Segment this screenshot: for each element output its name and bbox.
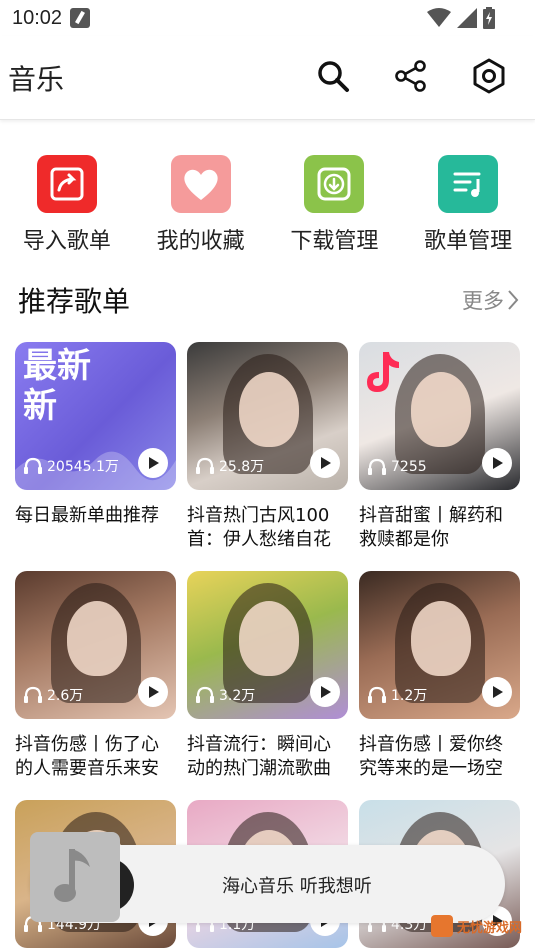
playlist-title: 抖音甜蜜丨解药和救赎都是你 xyxy=(359,505,503,550)
settings-icon[interactable] xyxy=(469,56,509,96)
playlist-card[interactable]: 3.2万 抖音流行：瞬间心动的热门潮流歌曲 xyxy=(187,571,348,781)
watermark: 无忧游戏网 xyxy=(431,915,522,937)
playlist-cover: 1.2万 xyxy=(359,571,520,719)
play-button[interactable] xyxy=(138,677,168,707)
portrait-face xyxy=(239,601,299,676)
playlist-cover: 7255 xyxy=(359,342,520,490)
playlist-manage-icon xyxy=(438,155,499,213)
portrait-face xyxy=(411,601,471,676)
player-cover[interactable] xyxy=(30,832,120,922)
play-icon xyxy=(321,457,331,469)
cover-text-line: 新 xyxy=(23,386,57,426)
edit-notification-icon xyxy=(70,8,91,28)
playlist-title: 抖音流行：瞬间心动的热门潮流歌曲 xyxy=(187,734,331,779)
app-actions xyxy=(313,56,509,96)
play-icon xyxy=(149,686,159,698)
music-note-icon xyxy=(54,849,90,902)
headphones-icon xyxy=(196,686,214,703)
playlist-card[interactable]: 2.6万 抖音伤感丨伤了心的人需要音乐来安 xyxy=(15,571,176,781)
playlist-card[interactable]: 1.2万 抖音伤感丨爱你终究等来的是一场空 xyxy=(359,571,520,781)
playlist-cover: 25.8万 xyxy=(187,342,348,490)
play-count-value: 20545.1万 xyxy=(47,459,119,475)
share-icon[interactable] xyxy=(391,56,431,96)
play-count-value: 7255 xyxy=(391,459,427,475)
watermark-logo-icon xyxy=(431,915,453,937)
play-count: 20545.1万 xyxy=(23,456,119,476)
headphones-icon xyxy=(24,457,42,474)
play-count: 7255 xyxy=(367,458,427,476)
play-icon xyxy=(493,457,503,469)
more-label: 更多 xyxy=(462,289,504,313)
status-time: 10:02 xyxy=(12,6,63,29)
more-link[interactable]: 更多 xyxy=(462,285,520,315)
play-button[interactable] xyxy=(310,448,340,478)
play-count: 1.2万 xyxy=(367,685,427,705)
play-count-value: 25.8万 xyxy=(219,459,265,475)
play-count-value: 2.6万 xyxy=(47,688,84,704)
search-icon[interactable] xyxy=(313,56,353,96)
signal-icon xyxy=(457,8,477,28)
cover-text: 最新 新 xyxy=(23,346,91,426)
playlist-cover: 3.2万 xyxy=(187,571,348,719)
playlist-cover: 最新 新 20545.1万 xyxy=(15,342,176,490)
shortcut-playlist-manage[interactable]: 歌单管理 xyxy=(401,155,535,255)
shortcut-downloads[interactable]: 下载管理 xyxy=(268,155,402,255)
playlist-title: 抖音热门古风100首：伊人愁绪自花 xyxy=(187,505,331,550)
play-icon xyxy=(321,686,331,698)
headphones-icon xyxy=(24,686,42,703)
portrait-face xyxy=(67,601,127,676)
play-button[interactable] xyxy=(310,677,340,707)
headphones-icon xyxy=(368,458,386,475)
play-icon xyxy=(493,686,503,698)
app-bar: 音乐 xyxy=(0,36,535,120)
headphones-icon xyxy=(368,686,386,703)
headphones-icon xyxy=(196,457,214,474)
watermark-text: 无忧游戏网 xyxy=(457,920,523,936)
section-title: 推荐歌单 xyxy=(18,285,131,318)
shortcut-favorites[interactable]: 我的收藏 xyxy=(134,155,268,255)
play-icon xyxy=(149,457,159,469)
playlist-card[interactable]: 最新 新 20545.1万 每日最新单曲推荐 xyxy=(15,342,176,552)
playlist-card[interactable]: 7255 抖音甜蜜丨解药和救赎都是你 xyxy=(359,342,520,552)
heart-icon xyxy=(170,155,231,213)
play-count-value: 1.2万 xyxy=(391,688,428,704)
import-playlist-icon xyxy=(36,155,97,213)
recommended-header: 推荐歌单 更多 xyxy=(18,280,520,320)
playlist-title: 抖音伤感丨爱你终究等来的是一场空 xyxy=(359,734,503,779)
download-icon xyxy=(304,155,365,213)
portrait-face xyxy=(411,372,471,447)
shortcut-import-playlist[interactable]: 导入歌单 xyxy=(0,155,134,255)
playlist-title: 每日最新单曲推荐 xyxy=(15,505,159,526)
battery-icon xyxy=(483,7,495,29)
play-button[interactable] xyxy=(482,677,512,707)
play-count-value: 3.2万 xyxy=(219,688,256,704)
play-button[interactable] xyxy=(138,448,168,478)
wifi-icon xyxy=(427,8,451,27)
cover-text-line: 最新 xyxy=(23,346,91,386)
play-count: 25.8万 xyxy=(195,456,264,476)
playlist-card[interactable]: 25.8万 抖音热门古风100首：伊人愁绪自花 xyxy=(187,342,348,552)
shortcut-label: 导入歌单 xyxy=(22,229,111,254)
portrait-face xyxy=(239,372,299,447)
page-title: 音乐 xyxy=(8,62,65,96)
play-button[interactable] xyxy=(482,448,512,478)
tiktok-logo-icon xyxy=(367,352,399,392)
shortcut-row: 导入歌单 我的收藏 下载管理 歌单管理 xyxy=(0,155,535,255)
shortcut-label: 歌单管理 xyxy=(424,229,513,254)
play-count: 3.2万 xyxy=(195,685,255,705)
status-icons xyxy=(427,7,495,29)
status-bar: 10:02 xyxy=(0,0,535,36)
playlist-cover: 2.6万 xyxy=(15,571,176,719)
shortcut-label: 下载管理 xyxy=(290,229,379,254)
player-track-text: 海心音乐 听我想听 xyxy=(222,876,372,897)
playlist-title: 抖音伤感丨伤了心的人需要音乐来安 xyxy=(15,734,159,779)
play-count: 2.6万 xyxy=(23,685,83,705)
chevron-right-icon xyxy=(508,290,519,310)
shortcut-label: 我的收藏 xyxy=(156,229,245,254)
